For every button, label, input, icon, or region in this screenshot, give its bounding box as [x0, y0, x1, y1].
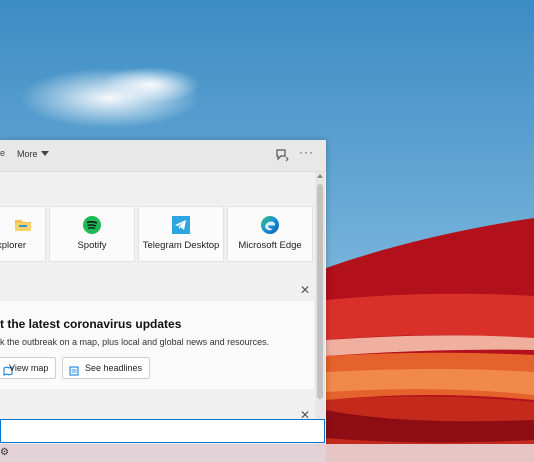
header-fragment: e: [0, 148, 6, 158]
app-tile-telegram[interactable]: Telegram Desktop: [138, 206, 224, 262]
scroll-thumb[interactable]: [317, 184, 323, 399]
scrollbar[interactable]: [315, 172, 325, 444]
tile-label: Spotify: [77, 240, 107, 251]
news-icon: [69, 363, 79, 376]
tile-label: Telegram Desktop: [142, 240, 220, 251]
view-map-button[interactable]: View map: [0, 357, 56, 379]
news-description: k the outbreak on a map, plus local and …: [0, 337, 270, 347]
more-label: More: [17, 149, 38, 159]
start-menu-panel: e More ··· xplorer Spotify Telegram Desk…: [0, 140, 326, 444]
news-title: t the latest coronavirus updates: [0, 317, 182, 331]
chevron-down-icon: [40, 151, 49, 156]
app-tile-microsoft-edge[interactable]: Microsoft Edge: [227, 206, 313, 262]
coronavirus-news-card: t the latest coronavirus updates k the o…: [0, 301, 314, 389]
app-tile-spotify[interactable]: Spotify: [49, 206, 135, 262]
more-dropdown-button[interactable]: More: [17, 149, 49, 159]
app-tile-file-explorer[interactable]: xplorer: [0, 206, 46, 262]
panel-header: e More ···: [0, 140, 326, 172]
scroll-up-icon[interactable]: [317, 174, 323, 178]
more-options-icon[interactable]: ···: [299, 145, 314, 159]
see-headlines-label: See headlines: [85, 363, 143, 373]
edge-icon: [260, 215, 280, 235]
taskbar: [0, 444, 534, 462]
close-icon[interactable]: ✕: [300, 283, 310, 297]
tile-label: Microsoft Edge: [238, 240, 302, 251]
feedback-icon[interactable]: [274, 147, 290, 163]
search-input[interactable]: [0, 419, 325, 443]
spotify-icon: [82, 215, 102, 235]
view-map-label: View map: [9, 363, 49, 373]
gear-icon[interactable]: ⚙: [0, 447, 9, 458]
see-headlines-button[interactable]: See headlines: [62, 357, 150, 379]
tile-label: xplorer: [0, 240, 27, 251]
telegram-icon: [171, 215, 191, 235]
file-explorer-icon: [13, 215, 33, 235]
